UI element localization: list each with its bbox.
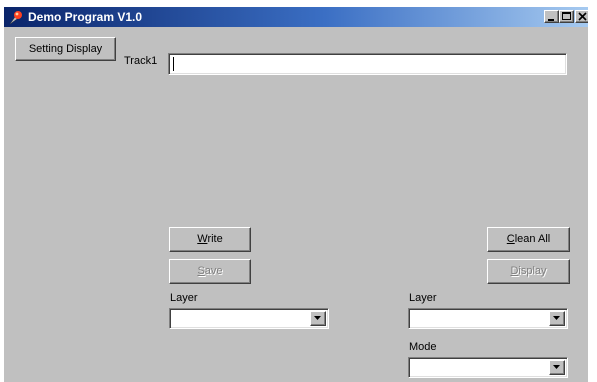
text-caret [173,57,174,71]
track1-input[interactable] [168,53,567,75]
window-title: Demo Program V1.0 [28,10,143,24]
mode-dropdown-button[interactable] [549,360,565,375]
left-layer-select[interactable] [169,308,329,329]
left-layer-dropdown-button[interactable] [310,311,326,326]
save-accel: S [197,265,205,277]
mode-label: Mode [409,341,437,353]
minimize-button[interactable] [544,10,559,23]
display-button[interactable]: Display [487,259,570,284]
chevron-down-icon [553,365,560,369]
right-layer-label: Layer [409,292,437,304]
track1-label: Track1 [124,55,158,67]
right-layer-select[interactable] [408,308,568,329]
pin-icon [8,9,24,25]
write-label: rite [207,233,223,245]
save-label: ave [204,265,223,277]
write-accel: W [197,233,208,245]
maximize-icon [562,12,571,20]
display-label: isplay [518,265,547,277]
maximize-button[interactable] [559,10,574,23]
close-button[interactable] [575,10,588,23]
title-bar[interactable]: Demo Program V1.0 [4,7,588,27]
clean-all-accel: C [506,233,515,245]
left-layer-label: Layer [170,292,198,304]
chevron-down-icon [314,316,321,320]
clean-all-label: lean All [514,233,551,245]
mode-select[interactable] [408,357,568,378]
right-layer-dropdown-button[interactable] [549,311,565,326]
clean-all-button[interactable]: Clean All [487,227,570,252]
setting-display-button[interactable]: Setting Display [15,37,116,61]
main-window: Demo Program V1.0 Setting Display Track1… [4,7,588,382]
write-button[interactable]: Write [169,227,251,252]
close-icon [578,12,587,21]
minimize-icon [548,19,554,21]
save-button[interactable]: Save [169,259,251,284]
chevron-down-icon [553,316,560,320]
